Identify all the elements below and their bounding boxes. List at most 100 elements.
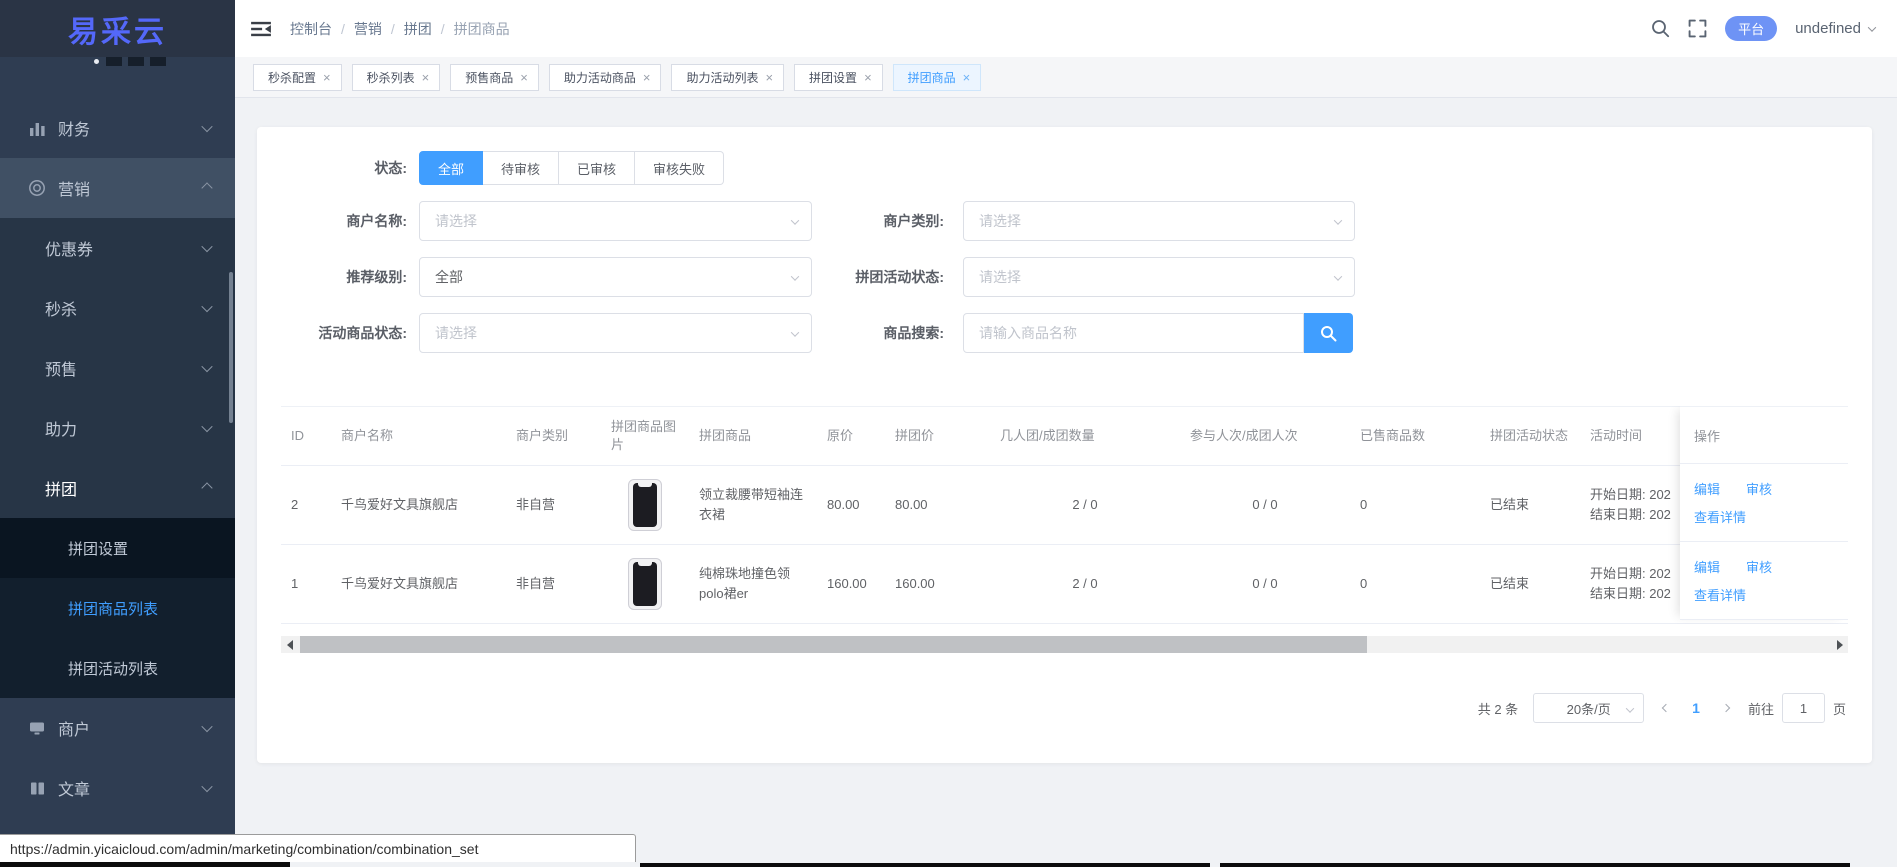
cell-id: 1 — [291, 576, 299, 591]
sidebar-item-label: 财务 — [58, 122, 91, 139]
sidebar-item-groupbuy[interactable]: 拼团 — [0, 458, 235, 518]
next-page-button[interactable] — [1719, 703, 1733, 713]
close-icon[interactable]: × — [864, 71, 872, 84]
pagination: 共 2 条 20条/页 1 前往 页 — [281, 693, 1848, 723]
scroll-left-arrow-icon[interactable] — [281, 636, 298, 653]
sidebar-item-seckill[interactable]: 秒杀 — [0, 278, 235, 338]
current-page[interactable]: 1 — [1688, 700, 1704, 716]
tab-label: 秒杀配置 — [268, 70, 317, 85]
merchant-type-select[interactable] — [963, 201, 1355, 241]
sidebar-item-article[interactable]: 文章 — [0, 758, 235, 818]
sidebar-item-groupbuy-products[interactable]: 拼团商品列表 — [0, 578, 235, 638]
merchant-name-select[interactable] — [419, 201, 812, 241]
cell-status: 已结束 — [1490, 576, 1530, 591]
product-status-input[interactable] — [420, 325, 811, 341]
prev-page-button[interactable] — [1659, 703, 1673, 713]
sidebar-scrollbar[interactable] — [229, 272, 233, 423]
view-detail-link[interactable]: 查看详情 — [1694, 588, 1746, 603]
close-icon[interactable]: × — [323, 71, 331, 84]
product-search — [963, 313, 1353, 353]
filter-row-status: 状态: 全部 待审核 已审核 审核失败 — [281, 151, 1848, 185]
product-search-field[interactable] — [963, 313, 1304, 353]
breadcrumb-current: 拼团商品 — [453, 20, 510, 37]
chevron-down-icon — [1625, 701, 1635, 716]
col-header-product: 拼团商品 — [699, 428, 752, 443]
user-menu[interactable]: undefined — [1795, 20, 1877, 37]
status-option-all[interactable]: 全部 — [419, 151, 484, 185]
tab-seckill-config[interactable]: 秒杀配置 × — [253, 63, 342, 91]
status-option-approved[interactable]: 已审核 — [559, 151, 636, 185]
cell-merchant: 千鸟爱好文具旗舰店 — [341, 497, 459, 512]
tab-assist-list[interactable]: 助力活动列表 × — [671, 63, 785, 91]
close-icon[interactable]: × — [765, 71, 773, 84]
tab-assist-products[interactable]: 助力活动商品 × — [548, 63, 662, 91]
table-header-row: ID 商户名称 商户类别 拼团商品图片 拼团商品 原价 拼团价 几人团/成团数量… — [281, 406, 1848, 466]
chevron-down-icon — [201, 359, 213, 377]
col-header-id: ID — [291, 428, 304, 443]
cell-status: 已结束 — [1490, 497, 1530, 512]
sidebar-item-label: 拼团 — [45, 482, 78, 499]
main-area: 控制台 / 营销 / 拼团 / 拼团商品 平台 undefined 秒杀配置 ×… — [235, 0, 1897, 867]
sidebar-item-marketing[interactable]: 营销 — [0, 158, 235, 218]
merchant-name-input[interactable] — [420, 213, 811, 229]
col-header-join-count: 参与人次/成团人次 — [1190, 428, 1298, 443]
product-status-select[interactable] — [419, 313, 812, 353]
sidebar-item-groupbuy-settings[interactable]: 拼团设置 — [0, 518, 235, 578]
shop-icon — [28, 719, 46, 737]
product-image[interactable] — [628, 558, 662, 610]
close-icon[interactable]: × — [422, 71, 430, 84]
horizontal-scrollbar[interactable] — [281, 636, 1848, 653]
merchant-type-input[interactable] — [964, 213, 1354, 229]
status-url-tooltip: https://admin.yicaicloud.com/admin/marke… — [0, 834, 636, 862]
search-button[interactable] — [1304, 313, 1353, 353]
review-link[interactable]: 审核 — [1746, 557, 1772, 576]
scrollbar-thumb[interactable] — [300, 636, 1367, 653]
activity-status-select[interactable] — [963, 257, 1355, 297]
sidebar-item-finance[interactable]: 财务 — [0, 98, 235, 158]
chevron-down-icon — [201, 719, 213, 737]
product-image[interactable] — [628, 479, 662, 531]
fullscreen-icon[interactable] — [1688, 19, 1707, 38]
sidebar-item-clipped[interactable] — [0, 57, 235, 68]
sidebar-item-coupon[interactable]: 优惠券 — [0, 218, 235, 278]
close-icon[interactable]: × — [520, 71, 528, 84]
search-icon[interactable] — [1651, 19, 1670, 38]
product-search-input[interactable] — [964, 325, 1303, 341]
hamburger-icon[interactable] — [250, 18, 272, 40]
sidebar-item-presale[interactable]: 预售 — [0, 338, 235, 398]
view-detail-link[interactable]: 查看详情 — [1694, 510, 1746, 525]
tab-groupbuy-products[interactable]: 拼团商品 × — [892, 63, 982, 91]
cell-price: 160.00 — [827, 576, 867, 591]
chevron-down-icon — [201, 299, 213, 317]
sidebar-item-assist[interactable]: 助力 — [0, 398, 235, 458]
status-option-pending[interactable]: 待审核 — [483, 151, 560, 185]
breadcrumb-item[interactable]: 控制台 — [290, 19, 332, 39]
chevron-down-icon — [1333, 268, 1343, 286]
activity-status-input[interactable] — [964, 269, 1354, 285]
breadcrumb-item[interactable]: 营销 — [354, 19, 382, 39]
status-label: 状态: — [374, 160, 407, 176]
page-size-select[interactable]: 20条/页 — [1533, 693, 1645, 723]
goto-page-input[interactable] — [1781, 693, 1825, 723]
topbar-actions: 平台 undefined — [1651, 16, 1877, 41]
edit-link[interactable]: 编辑 — [1694, 557, 1720, 576]
tab-label: 拼团设置 — [809, 70, 858, 85]
sidebar-item-label: 秒杀 — [45, 302, 78, 319]
recommend-level-select[interactable] — [419, 257, 812, 297]
tab-presale-products[interactable]: 预售商品 × — [450, 63, 539, 91]
status-option-rejected[interactable]: 审核失败 — [635, 151, 725, 185]
chevron-down-icon — [790, 324, 800, 342]
edit-link[interactable]: 编辑 — [1694, 479, 1720, 498]
scroll-right-arrow-icon[interactable] — [1831, 636, 1848, 653]
taskbar-strip — [640, 863, 1210, 867]
tab-seckill-list[interactable]: 秒杀列表 × — [351, 63, 441, 91]
products-table: ID 商户名称 商户类别 拼团商品图片 拼团商品 原价 拼团价 几人团/成团数量… — [281, 406, 1848, 624]
close-icon[interactable]: × — [643, 71, 651, 84]
recommend-level-input[interactable] — [420, 269, 811, 285]
sidebar-item-groupbuy-activities[interactable]: 拼团活动列表 — [0, 638, 235, 698]
review-link[interactable]: 审核 — [1746, 479, 1772, 498]
close-icon[interactable]: × — [963, 71, 971, 84]
tab-groupbuy-settings[interactable]: 拼团设置 × — [794, 63, 883, 91]
breadcrumb-item[interactable]: 拼团 — [404, 19, 432, 39]
sidebar-item-merchant[interactable]: 商户 — [0, 698, 235, 758]
